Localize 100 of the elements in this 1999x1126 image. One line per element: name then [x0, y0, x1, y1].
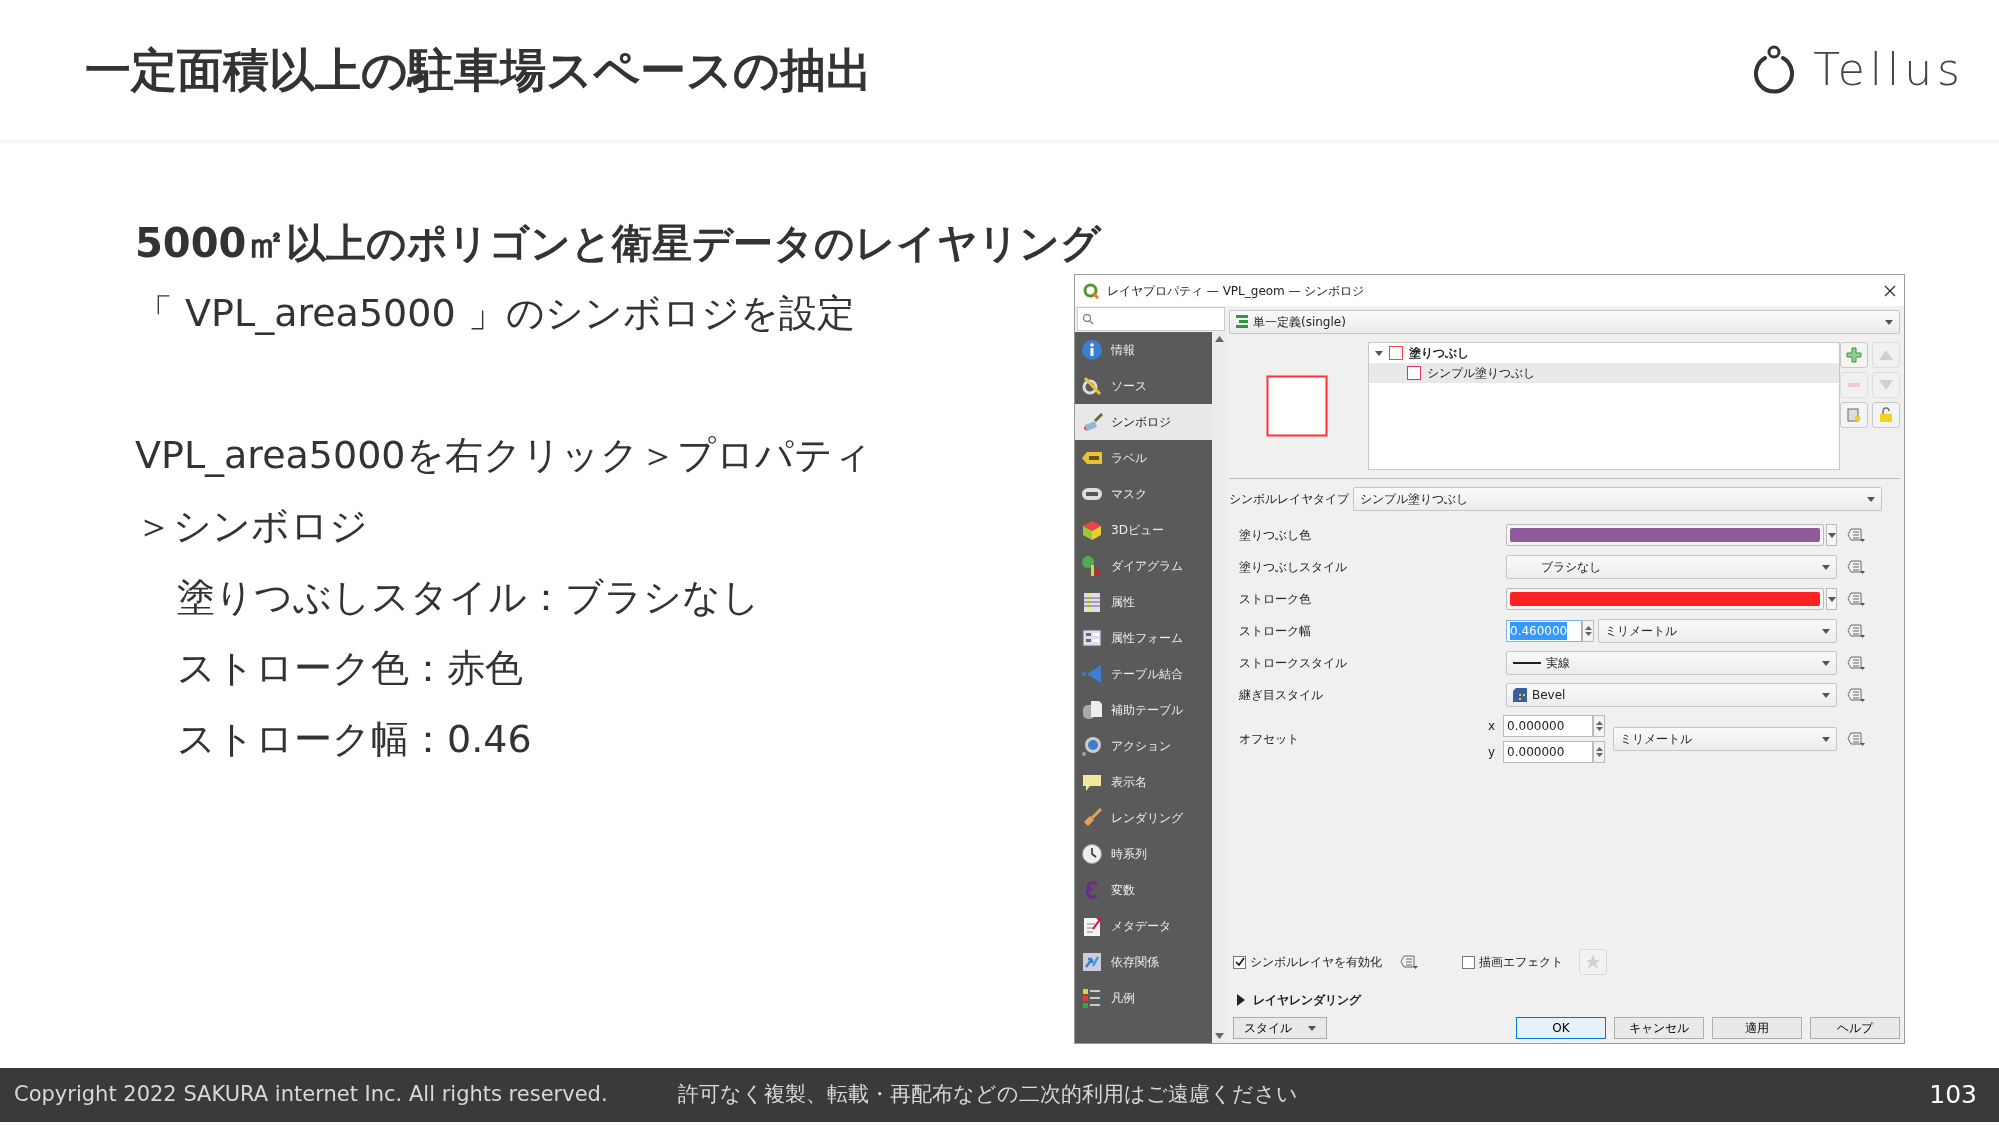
data-defined-button[interactable]	[1847, 527, 1865, 543]
cube-icon	[1081, 519, 1103, 541]
copyright-text: Copyright 2022 SAKURA internet Inc. All rights reserved.	[14, 1081, 609, 1109]
list-icon	[1847, 655, 1865, 671]
info-icon	[1081, 339, 1103, 361]
sidebar-item[interactable]: テーブル結合	[1075, 656, 1212, 692]
up-down-icon	[1584, 625, 1592, 637]
sidebar-item[interactable]: ダイアグラム	[1075, 548, 1212, 584]
sidebar-item[interactable]: 依存関係	[1075, 944, 1212, 980]
clock-icon	[1081, 843, 1103, 865]
color-button[interactable]	[1506, 524, 1824, 546]
list-icon	[1847, 527, 1865, 543]
body-text: VPL_area5000を右クリック＞プロパティ	[135, 432, 872, 479]
copy-icon	[1845, 406, 1863, 424]
sidebar-item[interactable]: 属性	[1075, 584, 1212, 620]
list-icon	[1847, 687, 1865, 703]
square-icon	[1407, 366, 1421, 380]
solid-line-icon	[1513, 661, 1541, 665]
data-defined-button[interactable]	[1847, 559, 1865, 575]
dropdown[interactable]: 実線	[1506, 651, 1837, 675]
sidebar-item[interactable]: ソース	[1075, 368, 1212, 404]
data-defined-button[interactable]	[1847, 655, 1865, 671]
dialog-button[interactable]: OK	[1516, 1017, 1606, 1039]
spin-button[interactable]	[1593, 715, 1606, 737]
expand-triangle-icon[interactable]	[1237, 994, 1245, 1006]
sidebar-item[interactable]: シンボロジ	[1075, 404, 1212, 440]
padlock-button[interactable]	[1872, 402, 1900, 428]
tree-row[interactable]: 塗りつぶし	[1369, 343, 1839, 363]
field-label: シンボルレイヤタイプ	[1229, 491, 1349, 508]
input-field[interactable]: 0.000000	[1503, 741, 1594, 763]
tree-row[interactable]: シンプル塗りつぶし	[1369, 363, 1839, 383]
body-text: 塗りつぶしスタイル：ブラシなし	[176, 574, 760, 621]
checkbox[interactable]	[1462, 955, 1475, 969]
input-field[interactable]: 0.000000	[1503, 715, 1594, 737]
dialog-button[interactable]: ヘルプ	[1810, 1017, 1900, 1039]
close-icon[interactable]	[1884, 284, 1896, 297]
star-icon	[1586, 955, 1600, 969]
data-defined-button[interactable]	[1847, 687, 1865, 703]
sidebar-item[interactable]: 表示名	[1075, 764, 1212, 800]
dropdown[interactable]: Bevel	[1506, 683, 1837, 707]
dialog-button[interactable]: キャンセル	[1614, 1017, 1704, 1039]
body-text: 「 VPL_area5000 」のシンボロジを設定	[135, 290, 855, 337]
sidebar-item[interactable]: 情報	[1075, 332, 1212, 368]
data-defined-button[interactable]	[1400, 954, 1418, 970]
list-icon	[1847, 591, 1865, 607]
dropdown-arrow-button[interactable]	[1826, 588, 1837, 610]
renderer-dropdown[interactable]: 単一定義(single)	[1229, 310, 1900, 334]
data-defined-button[interactable]	[1847, 591, 1865, 607]
up-down-icon	[1595, 720, 1603, 732]
axis-label: y	[1488, 744, 1496, 761]
data-defined-button[interactable]	[1847, 623, 1865, 639]
search-icon	[1082, 313, 1094, 325]
subtitle: 5000㎡以上のポリゴンと衛星データのレイヤリング	[135, 219, 1102, 268]
field-label: ストローク幅	[1238, 623, 1312, 640]
section-header[interactable]: レイヤレンダリング	[1229, 991, 1900, 1009]
scroll-up-icon[interactable]	[1215, 336, 1224, 342]
sidebar-item[interactable]: 凡例	[1075, 980, 1212, 1016]
sidebar-item[interactable]: 補助テーブル	[1075, 692, 1212, 728]
sidebar-item[interactable]: 3Dビュー	[1075, 512, 1212, 548]
sidebar-item[interactable]: マスク	[1075, 476, 1212, 512]
sidebar-item[interactable]: メタデータ	[1075, 908, 1212, 944]
sidebar-item[interactable]: アクション	[1075, 728, 1212, 764]
color-button[interactable]	[1506, 588, 1824, 610]
form-icon	[1081, 627, 1103, 649]
unit-dropdown[interactable]: ミリメートル	[1598, 619, 1837, 643]
spin-button[interactable]	[1582, 620, 1594, 642]
checkbox[interactable]	[1233, 955, 1246, 969]
expand-caret-icon[interactable]	[1375, 349, 1383, 357]
dropdown[interactable]: ブラシなし	[1506, 555, 1837, 579]
dropdown-arrow-button[interactable]	[1826, 524, 1837, 546]
symbol-preview	[1265, 375, 1328, 437]
data-defined-button[interactable]	[1847, 731, 1865, 747]
checkbox-label: シンボルレイヤを有効化	[1250, 954, 1382, 971]
sidebar-item[interactable]: ラベル	[1075, 440, 1212, 476]
search-field[interactable]	[1077, 307, 1225, 331]
sidebar-item[interactable]: 時系列	[1075, 836, 1212, 872]
field-label: ストローク色	[1238, 591, 1312, 608]
dialog-button[interactable]: 適用	[1712, 1017, 1802, 1039]
scroll-down-icon[interactable]	[1215, 1033, 1224, 1039]
sidebar-item[interactable]: 属性フォーム	[1075, 620, 1212, 656]
unit-dropdown[interactable]: ミリメートル	[1613, 727, 1837, 751]
brush-icon	[1081, 411, 1103, 433]
slide-title: 一定面積以上の駐車場スペースの抽出	[85, 41, 872, 99]
field-label: 塗りつぶし色	[1238, 527, 1312, 544]
table-icon	[1081, 591, 1103, 613]
layer-type-dropdown[interactable]: シンプル塗りつぶし	[1353, 487, 1882, 511]
window-title: レイヤプロパティ — VPL_geom — シンボロジ	[1107, 282, 1365, 300]
plus-icon	[1845, 346, 1863, 364]
sidebar-item[interactable]: 変数	[1075, 872, 1212, 908]
sidebar-item[interactable]: レンダリング	[1075, 800, 1212, 836]
page-number: 103	[1929, 1079, 1977, 1112]
axis-label: x	[1488, 718, 1496, 735]
body-text: ＞シンボロジ	[135, 503, 368, 550]
style-dropdown-button[interactable]: スタイル	[1233, 1017, 1327, 1039]
field-label: オフセット	[1238, 731, 1300, 748]
spin-button[interactable]	[1593, 741, 1606, 763]
document-icon	[1081, 915, 1103, 937]
body-text: ストローク幅：0.46	[176, 716, 532, 763]
field-label: 塗りつぶしスタイル	[1238, 559, 1348, 576]
list-icon	[1847, 731, 1865, 747]
